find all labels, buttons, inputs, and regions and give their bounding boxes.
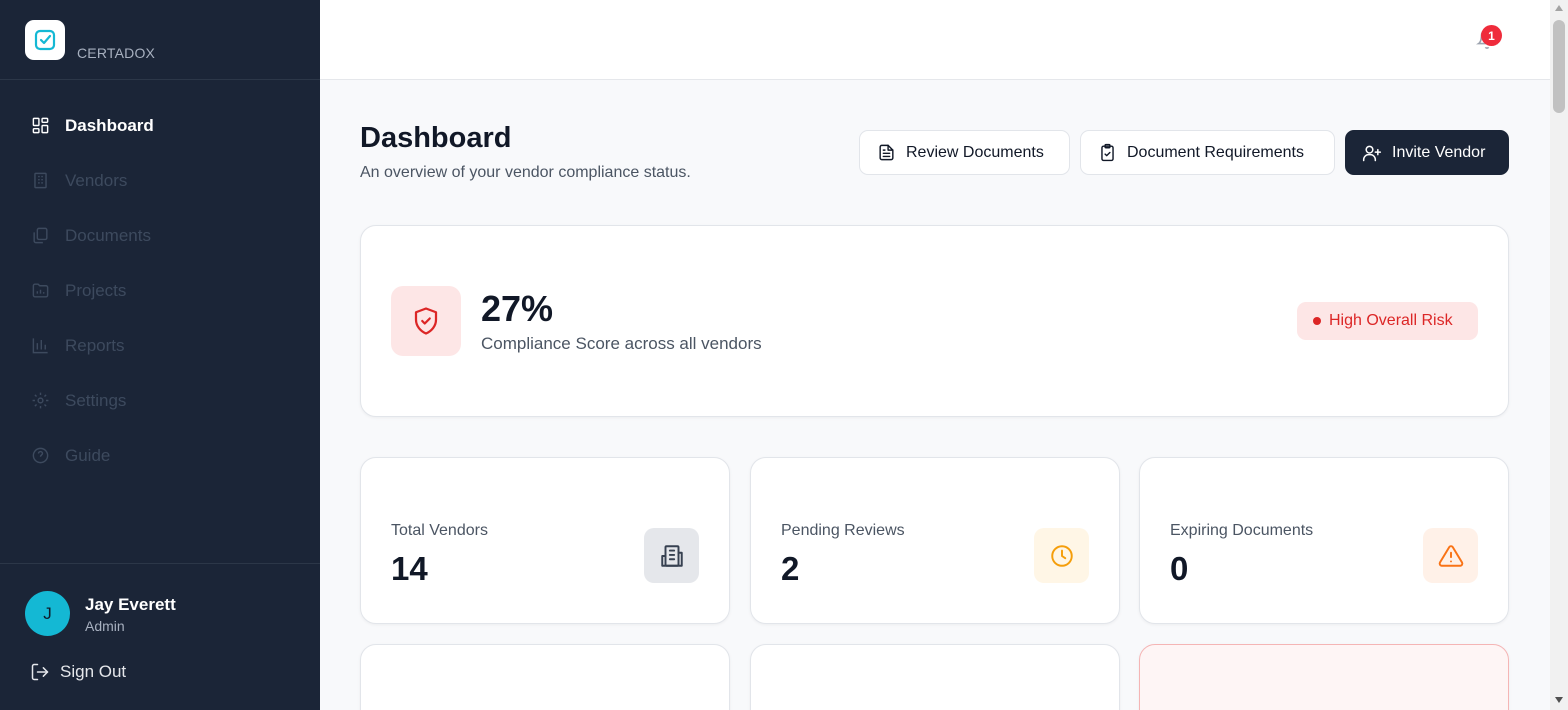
sidebar-item-label: Guide: [65, 445, 111, 465]
building-icon: [30, 171, 50, 191]
brand-name: CERTADOX: [77, 45, 156, 61]
help-circle-icon: [30, 446, 50, 466]
invite-vendor-label: Invite Vendor: [1392, 143, 1486, 161]
expiring-documents-card[interactable]: Expiring Documents 0: [1139, 457, 1509, 624]
notification-badge[interactable]: 1: [1481, 25, 1502, 46]
building-icon: [644, 528, 699, 583]
sidebar: CERTADOX Dashboard Vendors Documents Pro…: [0, 0, 320, 710]
sidebar-item-settings[interactable]: Settings: [0, 373, 320, 428]
scroll-up-arrow-icon[interactable]: [1555, 5, 1563, 11]
bar-chart-icon: [30, 336, 50, 356]
file-text-icon: [876, 143, 896, 163]
summary-card: [360, 644, 730, 710]
sidebar-item-reports[interactable]: Reports: [0, 318, 320, 373]
sidebar-item-documents[interactable]: Documents: [0, 208, 320, 263]
sidebar-item-label: Reports: [65, 335, 125, 355]
stat-value: 2: [781, 550, 800, 587]
sidebar-nav: Dashboard Vendors Documents Projects Rep…: [0, 98, 320, 483]
user-panel: J Jay Everett Admin Sign Out: [0, 563, 320, 710]
sidebar-item-label: Settings: [65, 390, 127, 410]
page-scrollbar[interactable]: [1550, 0, 1568, 710]
risk-status-badge: High Overall Risk: [1297, 302, 1478, 340]
sign-out-label: Sign Out: [60, 662, 127, 681]
topbar: 1: [320, 0, 1550, 80]
total-vendors-card[interactable]: Total Vendors 14: [360, 457, 730, 624]
page-subtitle: An overview of your vendor compliance st…: [360, 164, 691, 181]
compliance-score-label: Compliance Score across all vendors: [481, 334, 762, 353]
user-name: Jay Everett: [85, 595, 176, 614]
summary-card: [750, 644, 1120, 710]
pending-reviews-card[interactable]: Pending Reviews 2: [750, 457, 1120, 624]
sidebar-item-label: Documents: [65, 225, 151, 245]
grid-icon: [30, 116, 50, 136]
user-plus-icon: [1362, 143, 1382, 163]
document-requirements-label: Document Requirements: [1127, 143, 1304, 161]
sidebar-item-label: Projects: [65, 280, 127, 300]
risk-status-label: High Overall Risk: [1329, 312, 1453, 329]
alert-card: [1139, 644, 1509, 710]
sidebar-item-vendors[interactable]: Vendors: [0, 153, 320, 208]
stat-label: Expiring Documents: [1170, 522, 1314, 539]
sidebar-item-label: Vendors: [65, 170, 128, 190]
logout-icon: [30, 662, 50, 682]
document-requirements-button[interactable]: Document Requirements: [1080, 130, 1335, 175]
user-role: Admin: [85, 618, 125, 634]
stat-label: Pending Reviews: [781, 522, 905, 539]
review-documents-label: Review Documents: [906, 143, 1044, 161]
documents-icon: [30, 226, 50, 246]
folder-chart-icon: [30, 281, 50, 301]
compliance-score-card: 27% Compliance Score across all vendors …: [360, 225, 1509, 417]
avatar[interactable]: J: [25, 591, 70, 636]
invite-vendor-button[interactable]: Invite Vendor: [1345, 130, 1509, 175]
stat-label: Total Vendors: [391, 522, 488, 539]
stat-value: 14: [391, 550, 428, 587]
compliance-score-value: 27%: [481, 288, 554, 329]
sidebar-item-guide[interactable]: Guide: [0, 428, 320, 483]
clock-icon: [1034, 528, 1089, 583]
clipboard-check-icon: [1097, 143, 1117, 163]
risk-dot-icon: [1313, 317, 1321, 325]
sidebar-item-projects[interactable]: Projects: [0, 263, 320, 318]
scroll-thumb[interactable]: [1553, 20, 1565, 113]
page-title: Dashboard: [360, 122, 512, 154]
stat-value: 0: [1170, 550, 1189, 587]
scroll-down-arrow-icon[interactable]: [1555, 697, 1563, 703]
gear-icon: [30, 391, 50, 411]
shield-check-icon: [391, 286, 461, 356]
check-square-icon[interactable]: [25, 20, 65, 60]
review-documents-button[interactable]: Review Documents: [859, 130, 1070, 175]
brand: CERTADOX: [0, 0, 320, 80]
warning-icon: [1423, 528, 1478, 583]
sidebar-item-dashboard[interactable]: Dashboard: [0, 98, 320, 153]
sidebar-item-label: Dashboard: [65, 115, 154, 135]
sign-out-button[interactable]: Sign Out: [30, 662, 126, 682]
